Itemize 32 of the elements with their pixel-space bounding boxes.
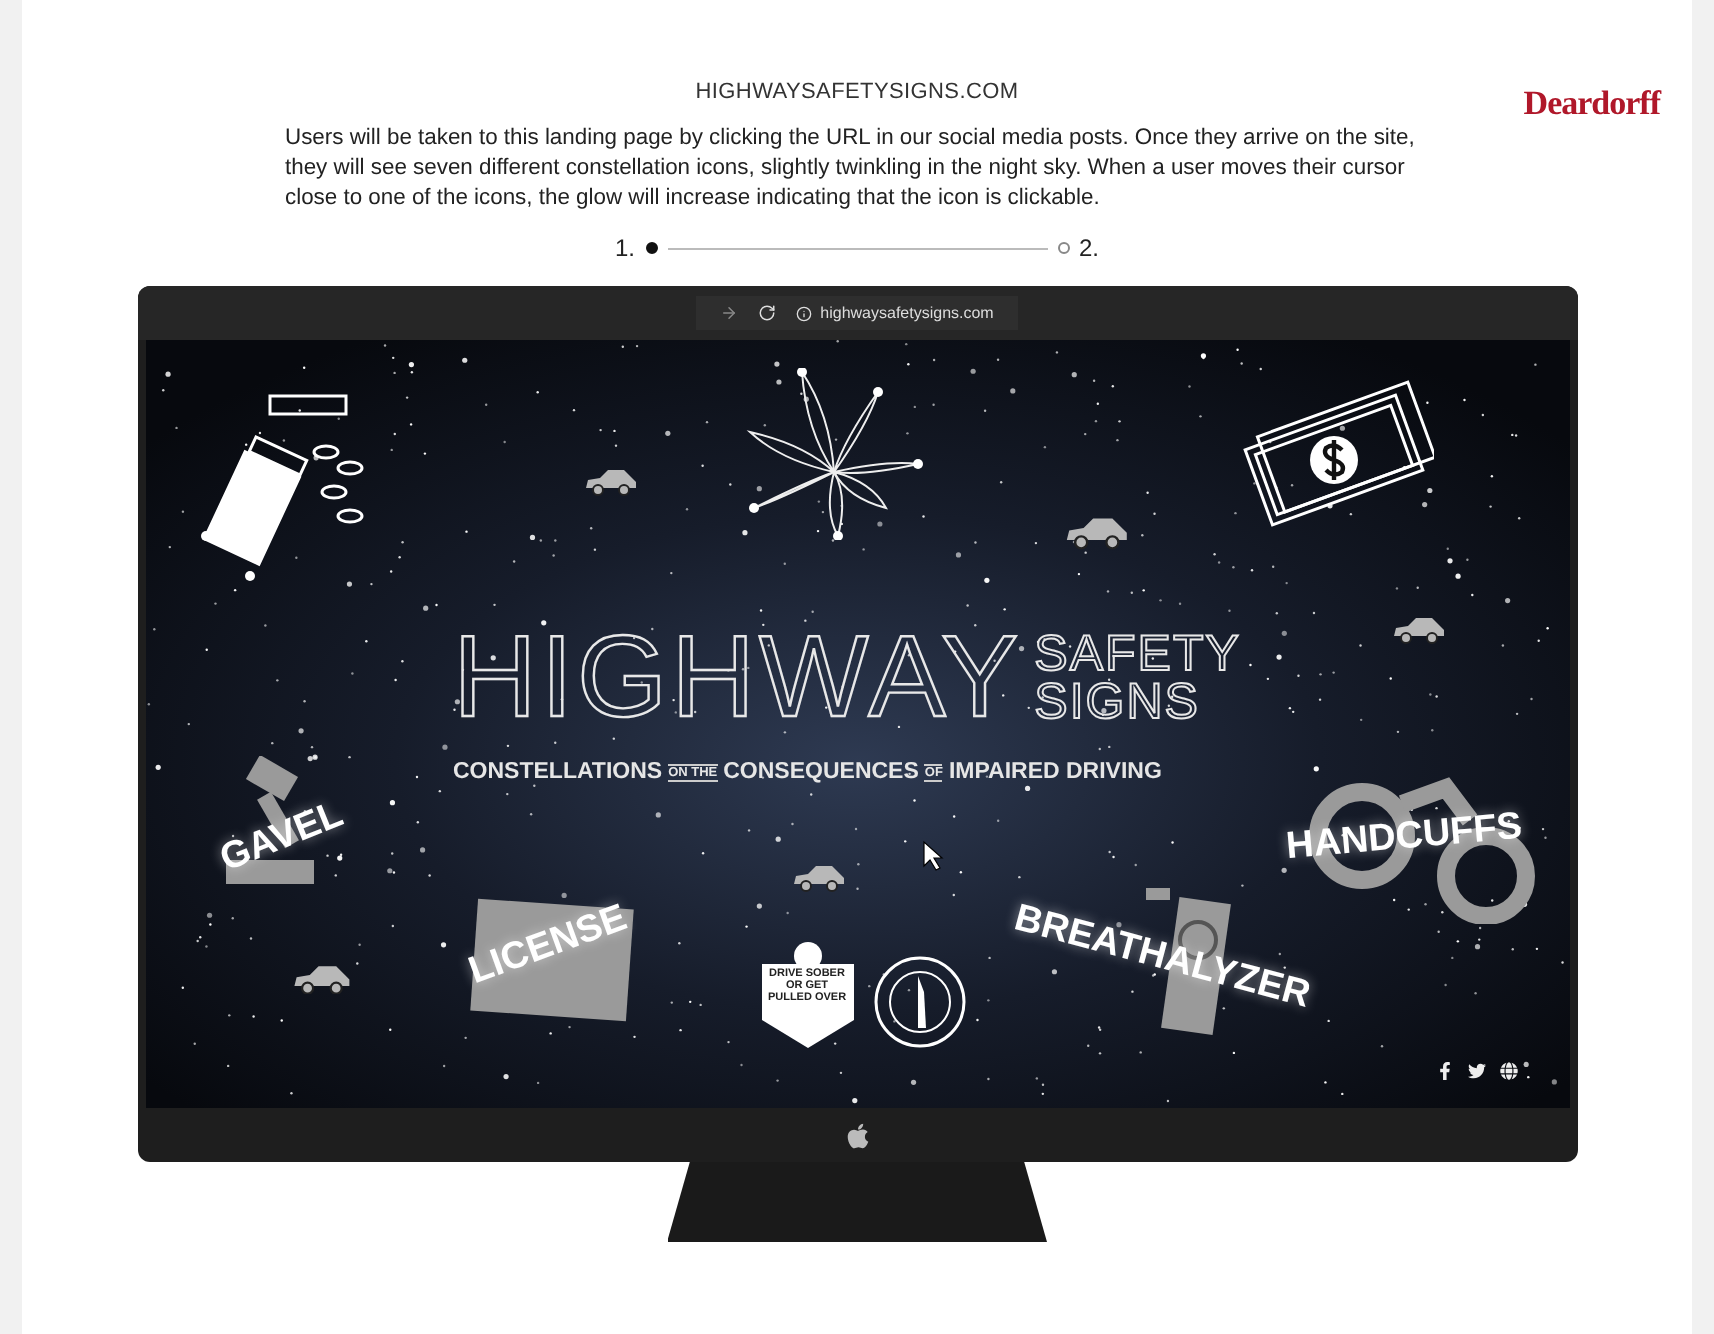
reload-icon[interactable] <box>758 304 777 322</box>
constellation-link[interactable]: GAVEL <box>201 740 409 900</box>
info-icon <box>796 305 813 321</box>
site-title-word: SAFETY <box>1034 630 1241 678</box>
forward-icon[interactable] <box>720 304 739 322</box>
constellation-link[interactable]: HANDCUFFS <box>1273 748 1557 928</box>
seal-icon[interactable] <box>869 952 969 1052</box>
step-label: 2. <box>1079 234 1100 262</box>
address-bar[interactable]: highwaysafetysigns.com <box>696 296 1018 330</box>
facebook-icon[interactable] <box>1435 1062 1453 1080</box>
brand-logo: Deardorff <box>1523 84 1660 124</box>
apple-logo-icon <box>843 1121 871 1149</box>
car-icon <box>1389 616 1445 644</box>
description-paragraph: Users will be taken to this landing page by clicking the URL in our social media posts. Once they arrive on the site, they will see seven different constellation icons, slightly twinkling in the night sky. When a user moves their cursor close to one of the icons, the glow will increase indicating that the icon is clickable. <box>285 124 1417 214</box>
tagline-text: CONSTELLATIONS <box>453 760 663 784</box>
url-text: highwaysafetysigns.com <box>820 304 994 322</box>
step-dot[interactable] <box>1057 242 1069 254</box>
tagline-text: CONSEQUENCES <box>723 760 919 784</box>
car-icon <box>789 864 845 892</box>
globe-icon[interactable] <box>1499 1062 1517 1080</box>
tagline-text: IMPAIRED DRIVING <box>948 760 1162 784</box>
car-icon <box>289 964 351 995</box>
car-icon <box>1061 516 1129 550</box>
cursor-icon <box>921 840 945 872</box>
site-title: HIGHWAY <box>453 620 1023 736</box>
leaf-constellation-icon[interactable] <box>745 368 925 540</box>
site-title-word: SIGNS <box>1034 678 1202 726</box>
twitter-icon[interactable] <box>1467 1062 1485 1080</box>
step-dot[interactable] <box>645 242 657 254</box>
step-label: 1. <box>614 234 635 262</box>
car-icon <box>581 468 637 496</box>
site-heading: HIGHWAYSAFETYSIGNS.COM <box>695 80 1019 104</box>
